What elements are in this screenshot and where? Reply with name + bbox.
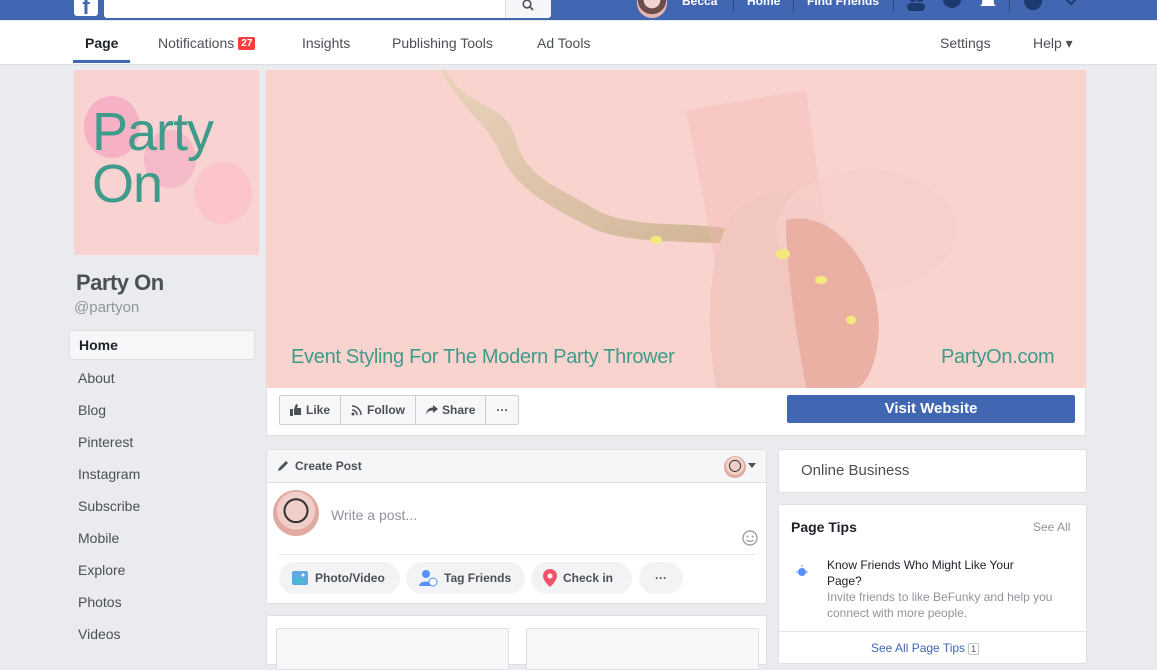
divider xyxy=(893,0,894,12)
tab-notifications[interactable]: Notifications 27 xyxy=(158,35,256,52)
tab-ad-tools[interactable]: Ad Tools xyxy=(537,35,590,51)
tab-settings[interactable]: Settings xyxy=(940,35,991,51)
like-button[interactable]: Like xyxy=(280,396,342,424)
sidebar-item-instagram[interactable]: Instagram xyxy=(69,458,255,490)
tab-publishing-tools[interactable]: Publishing Tools xyxy=(392,35,493,51)
post-composer-input[interactable]: Write a post... xyxy=(331,507,417,523)
follow-label: Follow xyxy=(367,403,406,417)
see-all-link[interactable]: See All xyxy=(1033,520,1070,534)
tip-question[interactable]: Know Friends Who Might Like Your Page? xyxy=(827,557,1047,589)
feed-card xyxy=(266,615,767,670)
find-friends-link[interactable]: Find Friends xyxy=(807,0,879,8)
location-pin-icon xyxy=(543,569,557,587)
create-post-header[interactable]: Create Post xyxy=(267,450,766,483)
tip-description: Invite friends to like BeFunky and help … xyxy=(827,590,1053,620)
tag-friends-label: Tag Friends xyxy=(444,571,512,585)
create-post-title: Create Post xyxy=(295,459,362,473)
sidebar-item-explore[interactable]: Explore xyxy=(69,554,255,586)
sidebar-item-subscribe[interactable]: Subscribe xyxy=(69,490,255,522)
user-avatar[interactable] xyxy=(637,0,667,18)
profile-logo-text: Party On xyxy=(92,102,214,214)
sidebar-item-pinterest[interactable]: Pinterest xyxy=(69,426,255,458)
tab-page[interactable]: Page xyxy=(85,35,118,51)
search-input[interactable] xyxy=(104,0,550,18)
notifications-count-badge: 27 xyxy=(238,37,256,50)
rss-icon xyxy=(351,405,362,416)
share-arrow-icon xyxy=(426,405,439,415)
divider xyxy=(779,631,1087,632)
friend-requests-icon[interactable] xyxy=(905,0,927,12)
share-label: Share xyxy=(442,403,476,417)
active-tab-indicator xyxy=(73,60,130,63)
page-title: Party On xyxy=(76,270,164,295)
page-category[interactable]: Online Business xyxy=(801,462,909,479)
category-card: Online Business xyxy=(778,449,1087,493)
cover-illustration xyxy=(441,70,956,388)
logo-line-2: On xyxy=(92,154,163,214)
follow-button[interactable]: Follow xyxy=(341,396,417,424)
sidebar-item-home[interactable]: Home xyxy=(69,330,255,360)
chevron-down-icon[interactable] xyxy=(748,463,756,469)
top-bar: f Becca Home Find Friends xyxy=(0,0,1157,20)
sidebar-item-blog[interactable]: Blog xyxy=(69,394,255,426)
feed-placeholder xyxy=(526,628,759,670)
help-icon[interactable] xyxy=(1022,0,1044,12)
lightbulb-icon xyxy=(796,565,808,576)
tab-notifications-label: Notifications xyxy=(158,35,235,51)
page-nav-bar: Page Notifications 27 Insights Publishing… xyxy=(0,21,1157,65)
search-icon xyxy=(522,0,534,11)
more-post-options-button[interactable]: ··· xyxy=(639,562,683,594)
sidebar-item-photos[interactable]: Photos xyxy=(69,586,255,618)
profile-picture[interactable]: Party On xyxy=(74,70,259,255)
tab-help[interactable]: Help ▾ xyxy=(1033,35,1073,52)
divider xyxy=(733,0,734,12)
sidebar-item-mobile[interactable]: Mobile xyxy=(69,522,255,554)
like-label: Like xyxy=(306,403,331,417)
see-all-page-tips-label: See All Page Tips xyxy=(871,641,966,655)
photo-video-label: Photo/Video xyxy=(315,571,385,585)
divider xyxy=(793,0,794,12)
see-all-page-tips-link[interactable]: See All Page Tips 1 xyxy=(871,641,980,655)
post-as-avatar[interactable] xyxy=(724,456,746,478)
more-options-button[interactable]: ··· xyxy=(486,396,518,424)
thumbs-up-icon xyxy=(290,404,301,416)
visit-website-button[interactable]: Visit Website xyxy=(787,395,1075,423)
facebook-logo-icon[interactable]: f xyxy=(74,0,98,19)
top-user-name[interactable]: Becca xyxy=(682,0,717,8)
sidebar-item-about[interactable]: About xyxy=(69,362,255,394)
sidebar-nav: Home About Blog Pinterest Instagram Subs… xyxy=(69,330,255,650)
divider xyxy=(279,554,755,555)
check-in-label: Check in xyxy=(563,571,614,585)
cover-photo[interactable]: Event Styling For The Modern Party Throw… xyxy=(266,70,1086,388)
cover-tagline: Event Styling For The Modern Party Throw… xyxy=(291,346,675,368)
check-in-button[interactable]: Check in xyxy=(531,562,632,594)
share-button[interactable]: Share xyxy=(416,396,487,424)
page-action-bar: Like Follow Share ··· Visit Website xyxy=(266,388,1086,436)
divider xyxy=(1009,0,1010,12)
photo-video-button[interactable]: Photo/Video xyxy=(279,562,400,594)
tips-count-badge: 1 xyxy=(968,643,980,655)
photo-icon xyxy=(292,571,308,585)
notifications-bell-icon[interactable] xyxy=(977,0,999,12)
search-button[interactable] xyxy=(505,0,551,18)
messenger-icon[interactable] xyxy=(941,0,963,12)
logo-line-1: Party xyxy=(92,102,214,162)
sidebar-item-videos[interactable]: Videos xyxy=(69,618,255,650)
page-tips-card: Page Tips See All Know Friends Who Might… xyxy=(778,504,1087,664)
cover-url: PartyOn.com xyxy=(941,346,1055,368)
tag-friends-button[interactable]: Tag Friends xyxy=(406,562,525,594)
page-actions-group: Like Follow Share ··· xyxy=(279,395,520,425)
tag-friends-icon xyxy=(419,570,438,587)
composer-avatar xyxy=(273,490,319,536)
tab-insights[interactable]: Insights xyxy=(302,35,350,51)
page-tips-title: Page Tips xyxy=(791,519,857,535)
pencil-icon xyxy=(278,461,288,471)
feed-placeholder xyxy=(276,628,509,670)
home-link[interactable]: Home xyxy=(747,0,780,8)
emoji-icon[interactable] xyxy=(742,530,758,546)
chevron-down-icon[interactable] xyxy=(1060,0,1082,12)
create-post-card: Create Post Write a post... Photo/Video … xyxy=(266,449,767,604)
page-handle[interactable]: @partyon xyxy=(74,299,139,316)
